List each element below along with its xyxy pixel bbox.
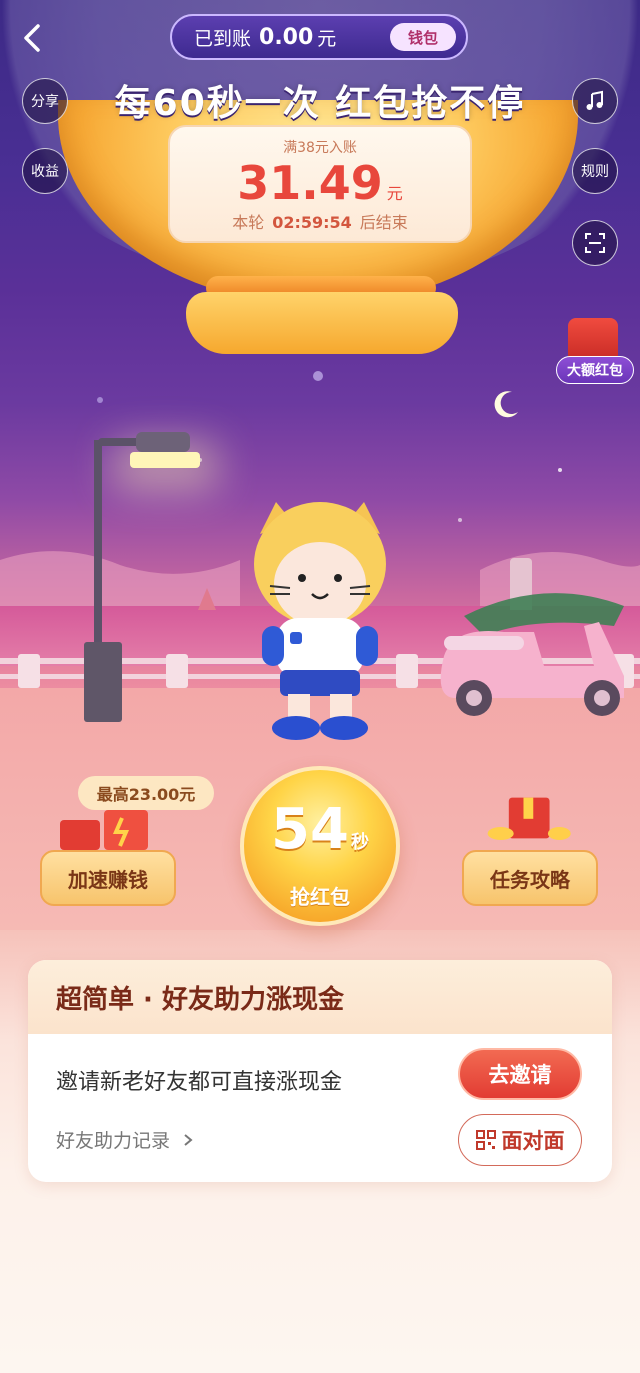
rules-button[interactable]: 规则 bbox=[572, 148, 618, 194]
cat-mascot bbox=[254, 502, 386, 740]
amount-card: 满38元入账 31.49 元 本轮 02:59:54 后结束 bbox=[168, 125, 472, 243]
invite-description: 邀请新老好友都可直接涨现金 bbox=[56, 1070, 343, 1095]
music-icon bbox=[586, 90, 603, 110]
grab-label: 抢红包 bbox=[290, 885, 350, 909]
received-currency: 元 bbox=[317, 27, 337, 50]
speed-up-earn-button[interactable]: 加速赚钱 bbox=[40, 850, 176, 906]
qr-code-icon bbox=[475, 1130, 496, 1150]
helper-record-label: 好友助力记录 bbox=[56, 1130, 171, 1152]
max-reward-tag: 最高23.00元 bbox=[78, 776, 214, 810]
round-countdown: 02:59:54 bbox=[272, 213, 352, 232]
helper-record-link[interactable]: 好友助力记录 bbox=[56, 1126, 194, 1153]
wallet-button[interactable]: 钱包 bbox=[390, 23, 456, 51]
sailboat-icon bbox=[198, 588, 216, 610]
face-to-face-label: 面对面 bbox=[501, 1129, 565, 1153]
music-button[interactable] bbox=[572, 78, 618, 124]
go-invite-button[interactable]: 去邀请 bbox=[458, 1048, 582, 1100]
amount-unit: 元 bbox=[386, 184, 403, 203]
page-headline: 每60秒一次 红包抢不停 bbox=[114, 83, 526, 124]
scooter-icon bbox=[440, 593, 624, 716]
lucky-bag-bottom bbox=[186, 292, 458, 354]
street-lamp-head bbox=[136, 432, 190, 452]
task-gifts-icon bbox=[487, 797, 571, 840]
grab-countdown-unit: 秒 bbox=[350, 832, 369, 853]
invite-card: 超简单 · 好友助力涨现金 邀请新老好友都可直接涨现金 好友助力记录 去邀请 面… bbox=[28, 960, 612, 1182]
invite-card-title: 超简单 · 好友助力涨现金 bbox=[28, 960, 612, 1034]
big-red-packet-label: 大额红包 bbox=[556, 356, 634, 384]
received-label: 已到账 bbox=[194, 27, 252, 50]
task-guide-button[interactable]: 任务攻略 bbox=[462, 850, 598, 906]
earnings-button[interactable]: 收益 bbox=[22, 148, 68, 194]
round-end-label: 后结束 bbox=[359, 213, 408, 232]
received-amount: 0.00 bbox=[259, 24, 314, 50]
grab-red-packet-button[interactable]: 54 秒 抢红包 bbox=[240, 766, 400, 926]
grab-countdown: 54 bbox=[271, 797, 349, 862]
face-to-face-button[interactable]: 面对面 bbox=[458, 1114, 582, 1166]
chevron-right-icon bbox=[184, 1134, 193, 1146]
scan-icon bbox=[585, 233, 605, 253]
share-button[interactable]: 分享 bbox=[22, 78, 68, 124]
accumulated-amount: 31.49 bbox=[237, 156, 383, 210]
received-balance-pill: 已到账 0.00 元 钱包 bbox=[170, 14, 468, 60]
crescent-moon-icon bbox=[494, 391, 518, 418]
back-icon[interactable] bbox=[16, 20, 50, 56]
street-lamp-base bbox=[84, 642, 122, 722]
scan-button[interactable] bbox=[572, 220, 618, 266]
street-lamp-post bbox=[94, 440, 102, 650]
lamp-light bbox=[130, 452, 200, 468]
red-envelopes-icon bbox=[60, 810, 148, 850]
payout-condition: 满38元入账 bbox=[283, 140, 357, 156]
round-label: 本轮 bbox=[232, 213, 265, 232]
big-red-packet-button[interactable]: 大额红包 bbox=[556, 318, 634, 386]
